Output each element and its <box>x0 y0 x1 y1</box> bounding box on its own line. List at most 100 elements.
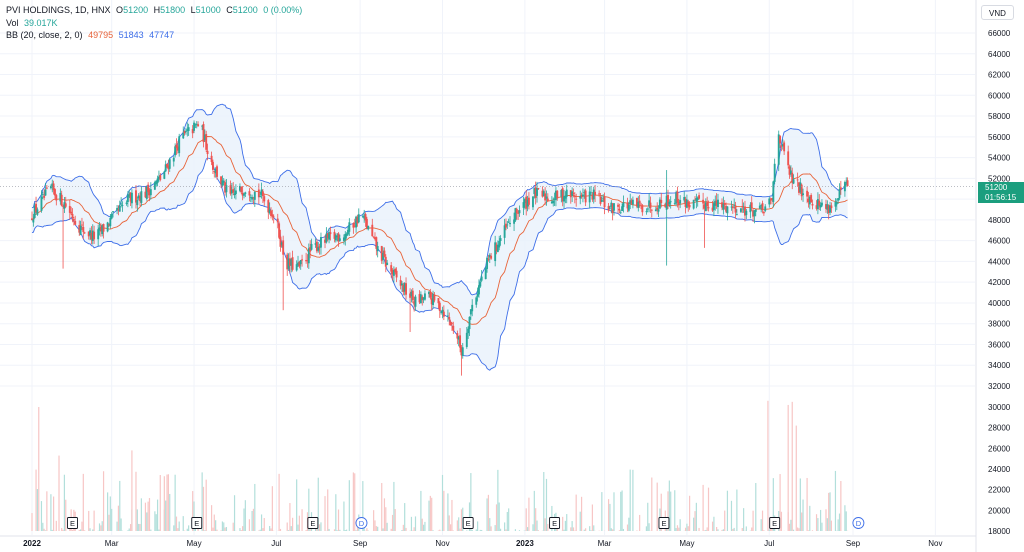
volume-bar <box>210 505 213 531</box>
candle-body <box>649 202 652 209</box>
candle-body <box>638 200 641 204</box>
volume-bar <box>751 527 753 531</box>
volume-bar <box>55 520 57 531</box>
currency-button[interactable]: VND <box>981 5 1014 20</box>
candle-body <box>172 157 175 162</box>
volume-bar <box>252 508 255 531</box>
volume-bar <box>579 511 581 531</box>
volume-bar <box>290 526 292 531</box>
candle-body <box>320 237 322 248</box>
volume-bar <box>147 501 149 531</box>
volume-bar <box>450 524 452 531</box>
candle-body <box>72 219 75 221</box>
volume-spike-bar <box>38 407 40 531</box>
volume-bar <box>620 491 622 531</box>
earnings-event-marker[interactable]: E <box>191 517 203 529</box>
volume-bar <box>421 518 423 531</box>
volume-bar <box>221 521 223 531</box>
volume-bar <box>139 523 141 531</box>
candle-body <box>764 206 767 211</box>
earnings-event-marker[interactable]: E <box>462 517 474 529</box>
volume-bar <box>798 528 800 531</box>
dividend-event-marker[interactable]: D <box>852 517 865 529</box>
volume-bar <box>755 483 757 531</box>
volume-bar <box>830 520 832 531</box>
volume-spike-bar <box>58 455 60 531</box>
candle-body <box>102 224 105 232</box>
candle-body <box>735 214 738 215</box>
change-value: 0 (0.00%) <box>263 5 303 15</box>
earnings-event-marker[interactable]: E <box>769 517 781 529</box>
volume-bar <box>825 509 827 531</box>
volume-bar <box>497 469 499 531</box>
y-tick-label: 64000 <box>988 50 1011 59</box>
price-chart[interactable]: 6600064000620006000058000560005400052000… <box>0 0 1024 552</box>
candle-body <box>702 199 705 204</box>
volume-bar <box>505 529 507 531</box>
volume-bar <box>239 528 241 531</box>
candle-body <box>698 195 701 199</box>
dividend-event-marker[interactable]: D <box>355 517 368 529</box>
volume-bar <box>289 503 291 531</box>
candle-body <box>618 208 621 211</box>
event-marker-letter: E <box>661 519 666 528</box>
candle-body <box>437 298 440 304</box>
earnings-event-marker[interactable]: E <box>67 517 78 529</box>
candle-body <box>590 192 592 194</box>
volume-bar <box>466 530 468 531</box>
volume-bar <box>270 528 272 531</box>
candle-body <box>640 203 642 205</box>
volume-bar <box>205 479 207 531</box>
volume-bar <box>528 497 530 531</box>
candle-body <box>515 208 518 214</box>
candle-body <box>279 236 282 247</box>
candle-body <box>446 315 449 317</box>
volume-bar <box>248 519 251 531</box>
event-marker-letter: D <box>856 519 862 528</box>
volume-bar <box>373 510 375 531</box>
candle-body <box>130 192 133 204</box>
volume-bar <box>344 530 346 531</box>
low-value: 51000 <box>195 5 221 15</box>
earnings-event-marker[interactable]: E <box>307 517 319 529</box>
volume-bar <box>393 481 395 531</box>
candle-body <box>706 202 709 207</box>
volume-bar <box>173 525 175 531</box>
candle-body <box>276 218 279 223</box>
volume-bar <box>169 493 171 531</box>
volume-bar <box>456 520 458 531</box>
candle-body <box>159 174 162 180</box>
volume-label: Vol <box>6 17 19 28</box>
candle-body <box>448 317 451 320</box>
low-label: L <box>190 5 196 15</box>
bollinger-row[interactable]: BB (20, close, 2, 0) 49795 51843 47747 <box>6 29 302 42</box>
volume-bar <box>271 486 273 531</box>
volume-bar <box>479 529 481 531</box>
volume-bar <box>702 484 704 531</box>
candle-body <box>253 191 256 200</box>
candle-body <box>579 196 582 199</box>
volume-bar <box>101 521 103 531</box>
volume-bar <box>591 504 593 531</box>
volume-bar <box>354 473 356 531</box>
volume-bar <box>328 528 330 531</box>
volume-bar <box>429 495 431 531</box>
symbol-name[interactable]: PVI HOLDINGS, 1D, HNX <box>6 5 111 15</box>
volume-tick-label: 20000 <box>988 506 1011 515</box>
candle-body <box>830 205 833 209</box>
earnings-event-marker[interactable]: E <box>658 517 670 529</box>
candle-body <box>594 191 597 196</box>
y-tick-label: 36000 <box>988 340 1011 349</box>
volume-bar <box>165 500 167 531</box>
volume-bar <box>109 496 111 531</box>
volume-bar <box>251 510 253 531</box>
candle-body <box>796 179 799 181</box>
candle-body <box>669 201 672 203</box>
volume-bar <box>790 519 792 531</box>
volume-bar <box>402 524 404 531</box>
earnings-event-marker[interactable]: E <box>549 517 561 529</box>
volume-bar <box>585 528 587 531</box>
candle-body <box>573 196 576 198</box>
volume-bar <box>51 529 53 531</box>
volume-row[interactable]: Vol 39.017K <box>6 17 302 30</box>
